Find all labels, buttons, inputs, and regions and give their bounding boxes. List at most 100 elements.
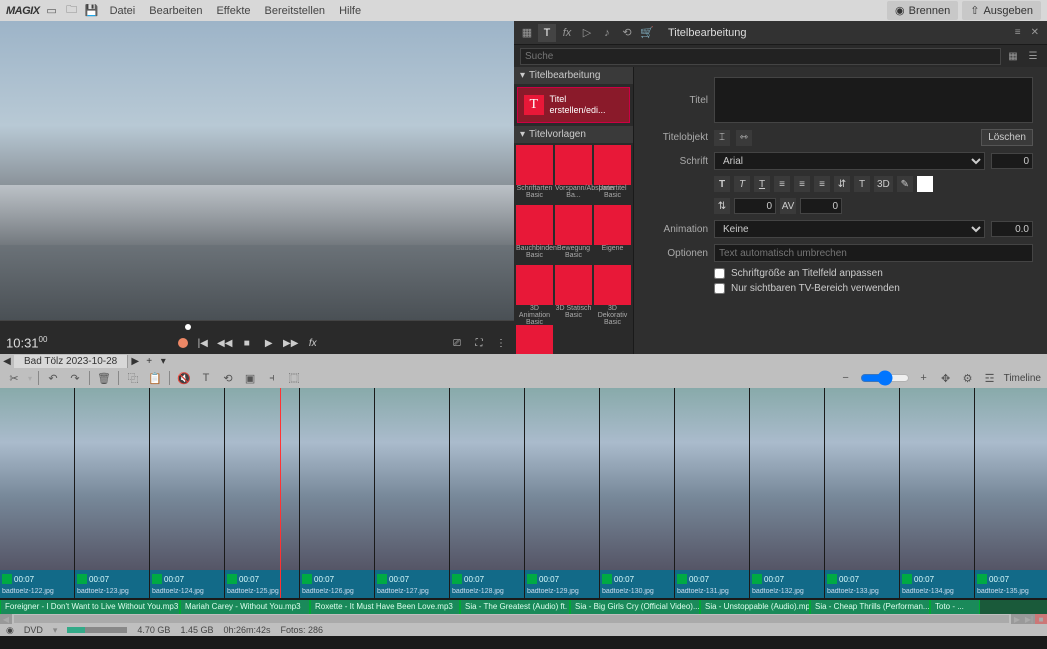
fullscreen-icon[interactable]: ⛶ bbox=[472, 336, 486, 350]
paste-icon[interactable]: 📋 bbox=[147, 370, 163, 386]
eyedropper-icon[interactable]: ✎ bbox=[897, 176, 913, 192]
playhead-dot[interactable] bbox=[185, 324, 191, 330]
open-file-icon[interactable]: 🗀 bbox=[64, 3, 80, 19]
section-titelbearbeitung[interactable]: ▾Titelbearbeitung bbox=[514, 67, 633, 84]
move-icon[interactable]: ✥ bbox=[938, 370, 954, 386]
audio-clip[interactable]: Sia - Big Girls Cry (Official Video).... bbox=[570, 600, 700, 614]
clip[interactable]: 00:07badtoelz-135.jpg bbox=[975, 388, 1047, 598]
mute-icon[interactable]: 🔇 bbox=[176, 370, 192, 386]
font-size-input[interactable] bbox=[991, 153, 1033, 169]
char-spacing-input[interactable] bbox=[800, 198, 842, 214]
stop-button[interactable]: ■ bbox=[240, 336, 254, 350]
tab-audio-icon[interactable]: ♪ bbox=[598, 24, 616, 42]
animation-num-input[interactable] bbox=[991, 221, 1033, 237]
clip[interactable]: 00:07badtoelz-126.jpg bbox=[300, 388, 374, 598]
tab-grid-icon[interactable]: ▦ bbox=[518, 24, 536, 42]
color-swatch[interactable] bbox=[917, 176, 933, 192]
template-item[interactable]: Bewegung Basic bbox=[555, 205, 592, 245]
align-vertical-button[interactable]: ⇵ bbox=[834, 176, 850, 192]
template-item[interactable]: Eigene bbox=[594, 205, 631, 245]
fit-width-icon[interactable]: ⇿ bbox=[736, 130, 752, 146]
scroll-add-button[interactable]: ■ bbox=[1035, 614, 1047, 624]
template-item[interactable]: 3D Statisch Basic bbox=[555, 265, 592, 305]
clip[interactable]: 00:07badtoelz-128.jpg bbox=[450, 388, 524, 598]
zoom-slider[interactable] bbox=[860, 370, 910, 386]
clip[interactable]: 00:07badtoelz-127.jpg bbox=[375, 388, 449, 598]
audio-clip[interactable]: Sia - The Greatest (Audio) ft. K... bbox=[460, 600, 570, 614]
clip[interactable]: 00:07badtoelz-131.jpg bbox=[675, 388, 749, 598]
split-icon[interactable]: ⫞ bbox=[264, 370, 280, 386]
tab-prev-button[interactable]: ◀ bbox=[0, 356, 14, 367]
template-item[interactable]: Bauchbinden Basic bbox=[516, 205, 553, 245]
tab-route-icon[interactable]: ⟲ bbox=[618, 24, 636, 42]
chk-tv-safe[interactable] bbox=[714, 283, 725, 294]
timeline-scrollbar[interactable]: ◀ ▶ ▶| ■ bbox=[0, 614, 1047, 624]
italic-button[interactable]: T bbox=[734, 176, 750, 192]
record-button[interactable] bbox=[178, 338, 188, 348]
scroll-end-button[interactable]: ▶| bbox=[1023, 614, 1035, 624]
title-tool-icon[interactable]: T bbox=[198, 370, 214, 386]
monitor-menu-icon[interactable]: ⋮ bbox=[494, 336, 508, 350]
zoom-out-icon[interactable]: − bbox=[838, 370, 854, 386]
title-text-input[interactable] bbox=[714, 77, 1033, 123]
delete-button[interactable]: Löschen bbox=[981, 129, 1033, 146]
tab-title-icon[interactable]: T bbox=[538, 24, 556, 42]
template-search-input[interactable] bbox=[520, 48, 1001, 65]
audio-clip[interactable]: Toto - ... bbox=[930, 600, 980, 614]
underline-button[interactable]: T bbox=[754, 176, 770, 192]
panel-close-icon[interactable]: ✕ bbox=[1027, 27, 1043, 38]
audio-clip[interactable]: Roxette - It Must Have Been Love.mp3 bbox=[310, 600, 460, 614]
timeline-view-icon[interactable]: ☲ bbox=[982, 370, 998, 386]
clip[interactable]: 00:07badtoelz-133.jpg bbox=[825, 388, 899, 598]
preview-monitor[interactable] bbox=[0, 21, 514, 320]
new-file-icon[interactable]: ▭ bbox=[44, 3, 60, 19]
menu-hilfe[interactable]: Hilfe bbox=[339, 5, 361, 17]
line-spacing-input[interactable] bbox=[734, 198, 776, 214]
scroll-left-button[interactable]: ◀ bbox=[0, 614, 12, 624]
template-item[interactable]: 3D Dekorativ Basic bbox=[594, 265, 631, 305]
menu-bereitstellen[interactable]: Bereitstellen bbox=[265, 5, 326, 17]
timeline-playhead[interactable] bbox=[280, 388, 281, 598]
tab-next-button[interactable]: ▶ bbox=[128, 356, 142, 367]
crop-icon[interactable]: ▣ bbox=[242, 370, 258, 386]
template-item[interactable]: Vorspann/Abspann Ba... bbox=[555, 145, 592, 185]
tab-transition-icon[interactable]: ▷ bbox=[578, 24, 596, 42]
project-tab[interactable]: Bad Tölz 2023-10-28 bbox=[14, 355, 128, 368]
panel-menu-icon[interactable]: ≡ bbox=[1011, 27, 1025, 38]
template-item[interactable]: Schriftarten Basic bbox=[516, 145, 553, 185]
delete-icon[interactable]: 🗑 bbox=[96, 370, 112, 386]
audio-clip[interactable]: Foreigner - I Don't Want to Live Without… bbox=[0, 600, 180, 614]
clip[interactable]: 00:07badtoelz-129.jpg bbox=[525, 388, 599, 598]
forward-button[interactable]: ▶▶ bbox=[284, 336, 298, 350]
redo-icon[interactable]: ↷ bbox=[67, 370, 83, 386]
play-button[interactable]: ▶ bbox=[262, 336, 276, 350]
align-right-button[interactable]: ≡ bbox=[814, 176, 830, 192]
view-list-icon[interactable]: ☰ bbox=[1025, 48, 1041, 64]
template-item[interactable]: Dynamische Titel bbox=[516, 325, 553, 354]
template-item[interactable]: Untertitel Basic bbox=[594, 145, 631, 185]
scroll-right-button[interactable]: ▶ bbox=[1011, 614, 1023, 624]
shadow-button[interactable]: T bbox=[854, 176, 870, 192]
menu-datei[interactable]: Datei bbox=[110, 5, 136, 17]
copy-icon[interactable]: ⿻ bbox=[125, 370, 141, 386]
cut-tool-icon[interactable]: ✂ bbox=[6, 370, 22, 386]
font-select[interactable]: Arial bbox=[714, 152, 985, 170]
view-grid-icon[interactable]: ▦ bbox=[1005, 48, 1021, 64]
settings-icon[interactable]: ⚙ bbox=[960, 370, 976, 386]
tab-add-button[interactable]: + bbox=[142, 356, 156, 367]
zoom-in-icon[interactable]: + bbox=[916, 370, 932, 386]
burn-button[interactable]: ◉ Brennen bbox=[887, 1, 958, 20]
tab-fx-icon[interactable]: fx bbox=[558, 24, 576, 42]
preview-scrubber[interactable] bbox=[0, 320, 514, 332]
section-titelvorlagen[interactable]: ▾Titelvorlagen bbox=[514, 126, 633, 143]
audio-clip[interactable]: Sia - Unstoppable (Audio).mp3 bbox=[700, 600, 810, 614]
clip[interactable]: 00:07badtoelz-124.jpg bbox=[150, 388, 224, 598]
cursor-icon[interactable]: ⌶ bbox=[714, 130, 730, 146]
clip[interactable]: 00:07badtoelz-122.jpg bbox=[0, 388, 74, 598]
goto-start-button[interactable]: |◀ bbox=[196, 336, 210, 350]
line-spacing-icon[interactable]: ⇅ bbox=[714, 198, 730, 214]
export-button[interactable]: ⇧ Ausgeben bbox=[962, 1, 1041, 20]
cast-icon[interactable]: ⎚ bbox=[450, 336, 464, 350]
align-left-button[interactable]: ≡ bbox=[774, 176, 790, 192]
char-spacing-icon[interactable]: AV bbox=[780, 198, 796, 214]
